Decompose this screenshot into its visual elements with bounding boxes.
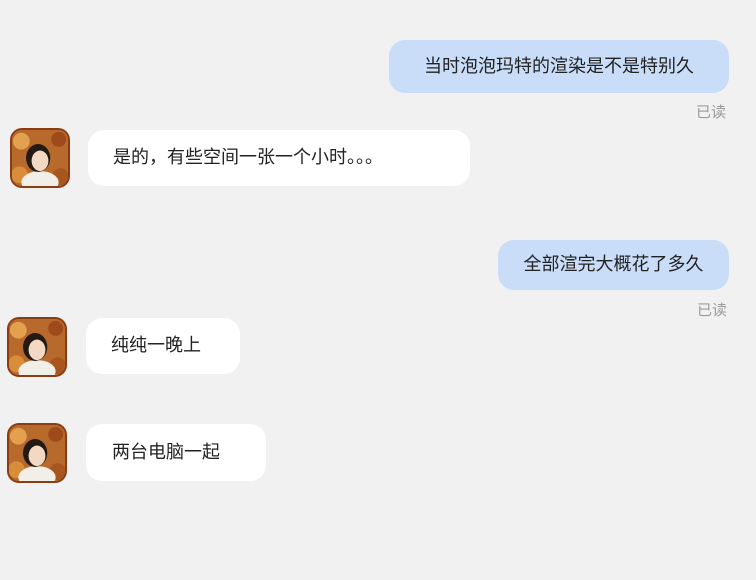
message-text: 纯纯一晚上	[111, 335, 201, 356]
avatar[interactable]	[7, 317, 67, 377]
outgoing-message-bubble[interactable]: 当时泡泡玛特的渲染是不是特别久	[389, 40, 729, 93]
message-text: 当时泡泡玛特的渲染是不是特别久	[424, 55, 694, 77]
message-text: 是的，有些空间一张一个小时。。。	[113, 147, 383, 168]
outgoing-message-bubble[interactable]: 全部渲完大概花了多久	[498, 240, 729, 290]
user-avatar-photo-icon	[9, 319, 65, 375]
read-status: 已读	[697, 301, 728, 319]
user-avatar-photo-icon	[9, 425, 65, 481]
chat-thread: 当时泡泡玛特的渲染是不是特别久 已读 是的，有些空间一张一个小时。。。 全部渲完…	[0, 0, 756, 580]
read-status: 已读	[696, 103, 727, 121]
avatar[interactable]	[7, 423, 67, 483]
incoming-message-bubble[interactable]: 两台电脑一起	[86, 424, 266, 481]
incoming-message-bubble[interactable]: 纯纯一晚上	[86, 318, 240, 374]
user-avatar-photo-icon	[12, 130, 68, 186]
message-text: 两台电脑一起	[112, 441, 220, 463]
avatar[interactable]	[10, 128, 70, 188]
message-text: 全部渲完大概花了多久	[523, 254, 704, 275]
incoming-message-bubble[interactable]: 是的，有些空间一张一个小时。。。	[88, 130, 470, 186]
